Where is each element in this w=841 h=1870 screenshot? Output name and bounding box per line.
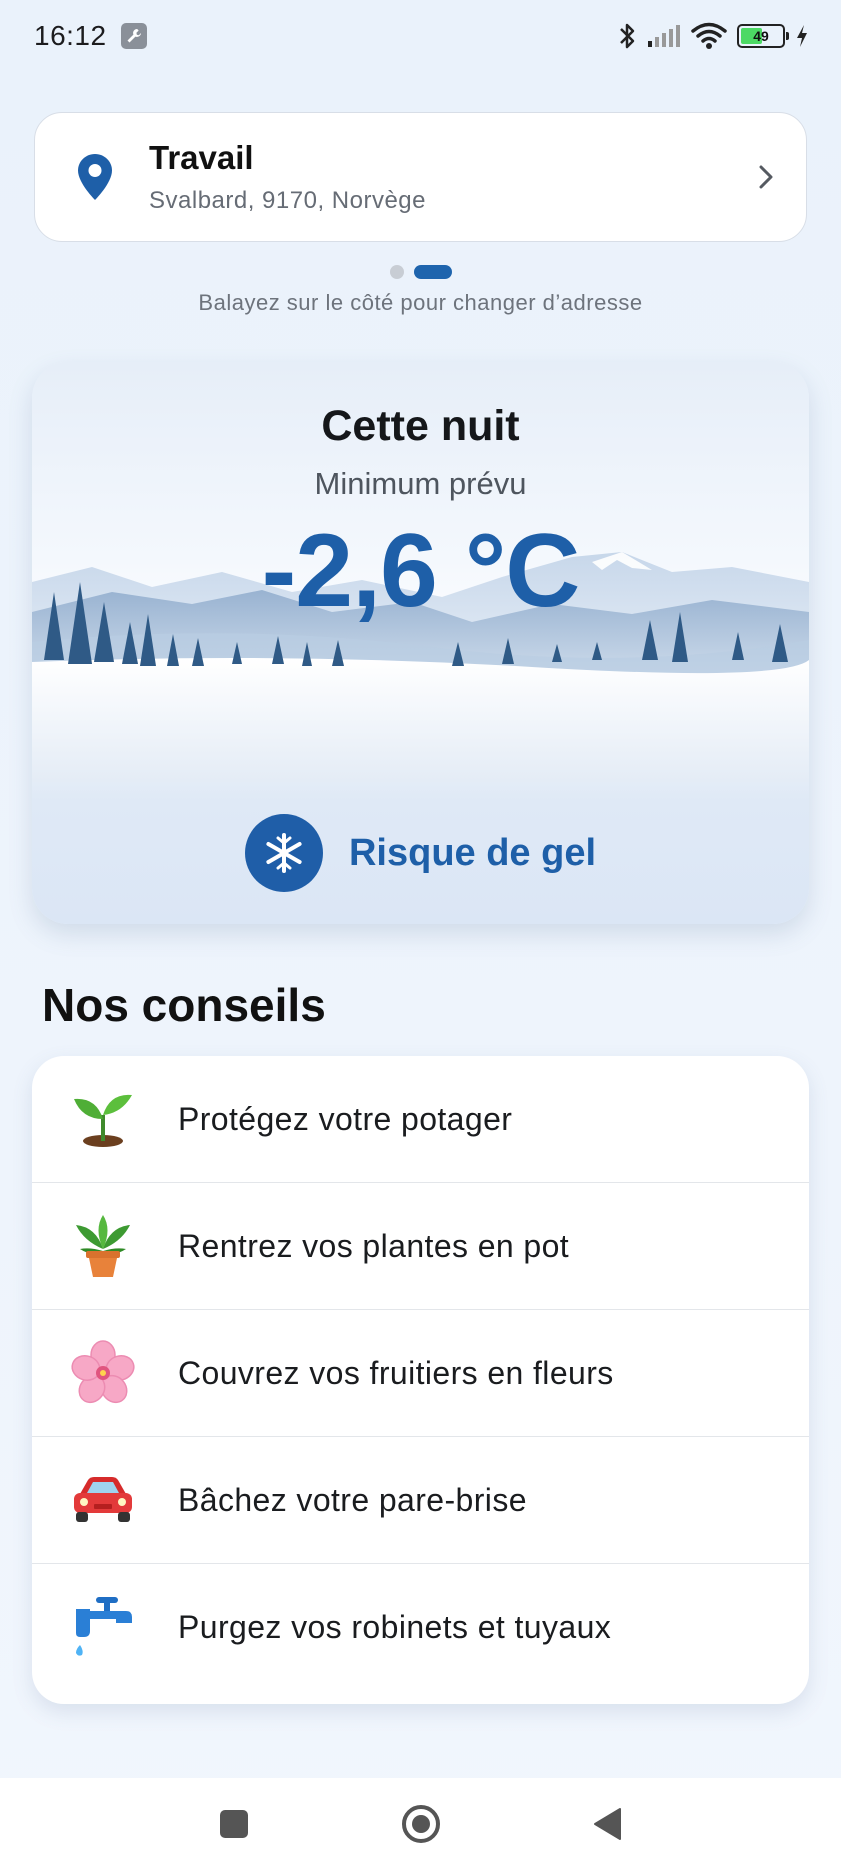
snowflake-icon — [244, 814, 323, 892]
recents-button[interactable] — [218, 1808, 250, 1840]
signal-icon — [648, 25, 680, 47]
weather-title: Cette nuit — [321, 402, 520, 450]
system-nav-bar — [0, 1778, 841, 1870]
back-button[interactable] — [592, 1807, 624, 1841]
advice-item[interactable]: Couvrez vos fruitiers en fleurs — [32, 1310, 809, 1437]
swipe-hint: Balayez sur le côté pour changer d’adres… — [198, 290, 643, 315]
chevron-right-icon[interactable] — [756, 162, 776, 192]
battery-icon: 49 — [737, 24, 789, 48]
wrench-icon — [120, 23, 147, 49]
advice-heading: Nos conseils — [42, 979, 326, 1031]
advice-item[interactable]: Purgez vos robinets et tuyaux — [32, 1564, 809, 1691]
location-pin-icon — [78, 154, 112, 200]
advice-label: Bâchez votre pare-brise — [178, 1481, 527, 1518]
advice-item[interactable]: Protégez votre potager — [32, 1056, 809, 1183]
advice-list: Protégez votre potager Rentrez vos plant… — [32, 1056, 809, 1704]
advice-item[interactable]: Bâchez votre pare-brise — [32, 1437, 809, 1564]
advice-item[interactable]: Rentrez vos plantes en pot — [32, 1183, 809, 1310]
advice-label: Rentrez vos plantes en pot — [178, 1227, 570, 1264]
status-left: 16:12 — [34, 20, 147, 52]
potted-plant-icon — [68, 1211, 138, 1281]
address-text: Travail Svalbard, 9170, Norvège — [149, 139, 756, 215]
weather-card: Cette nuit Minimum prévu -2,6 °C Risque … — [32, 362, 809, 924]
address-pager[interactable] — [0, 265, 841, 279]
blossom-icon — [68, 1338, 138, 1408]
status-right: 49 — [617, 21, 809, 51]
pager-dot[interactable] — [389, 265, 404, 279]
advice-label: Protégez votre potager — [178, 1100, 513, 1137]
min-temperature: -2,6 °C — [261, 513, 581, 629]
weather-subtitle: Minimum prévu — [314, 466, 527, 501]
faucet-icon — [68, 1593, 138, 1663]
battery-level: 49 — [753, 28, 769, 44]
frost-alert-label: Risque de gel — [348, 831, 597, 874]
frost-alert: Risque de gel — [32, 814, 809, 892]
address-subtitle: Svalbard, 9170, Norvège — [149, 187, 426, 214]
status-time: 16:12 — [34, 20, 107, 51]
pager-dot-active[interactable] — [413, 265, 452, 279]
car-icon — [68, 1465, 138, 1535]
seedling-icon — [68, 1084, 138, 1154]
address-card[interactable]: Travail Svalbard, 9170, Norvège — [34, 112, 807, 242]
advice-label: Purgez vos robinets et tuyaux — [178, 1609, 612, 1645]
home-button[interactable] — [400, 1803, 442, 1845]
address-title: Travail — [149, 139, 254, 176]
advice-label: Couvrez vos fruitiers en fleurs — [178, 1354, 614, 1391]
bluetooth-icon — [620, 23, 635, 49]
status-bar: 16:12 49 — [0, 0, 841, 72]
wifi-icon — [691, 22, 727, 49]
charging-icon — [797, 25, 807, 47]
